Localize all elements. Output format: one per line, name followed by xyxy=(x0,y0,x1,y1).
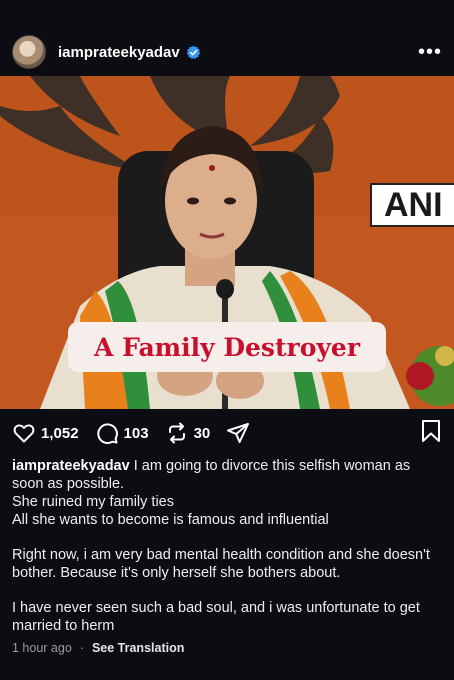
avatar[interactable] xyxy=(12,35,46,69)
comment-icon xyxy=(96,423,118,445)
repost-icon xyxy=(168,422,185,444)
timestamp: 1 hour ago xyxy=(12,641,72,655)
separator: · xyxy=(79,641,84,655)
share-button[interactable] xyxy=(226,421,250,445)
like-count: 1,052 xyxy=(41,424,79,442)
repost-button[interactable]: 30 xyxy=(165,421,211,445)
post-caption: iamprateekyadav I am going to divorce th… xyxy=(0,457,454,635)
post-header: iamprateekyadav ••• xyxy=(0,28,454,76)
comment-button[interactable]: 103 xyxy=(95,421,149,445)
ani-logo-text: ANI xyxy=(384,185,443,224)
see-translation-link[interactable]: See Translation xyxy=(92,641,184,655)
caption-paragraph-3: I have never seen such a bad soul, and i… xyxy=(12,600,420,634)
verified-badge-icon xyxy=(186,45,201,60)
comment-count: 103 xyxy=(123,424,149,442)
media-caption-text: A Family Destroyer xyxy=(93,332,360,362)
caption-gap xyxy=(12,529,442,546)
caption-gap xyxy=(12,582,442,599)
ani-logo: ANI xyxy=(370,183,454,227)
post-footer: 1 hour ago · See Translation xyxy=(0,635,454,655)
bookmark-icon xyxy=(422,419,440,442)
action-bar: 1,052 103 30 xyxy=(0,409,454,457)
status-strip xyxy=(0,0,454,28)
caption-line-2: She ruined my family ties xyxy=(12,494,174,510)
caption-username[interactable]: iamprateekyadav xyxy=(12,458,130,474)
save-button[interactable] xyxy=(420,419,442,448)
username[interactable]: iamprateekyadav xyxy=(58,44,180,61)
share-icon xyxy=(227,423,250,443)
heart-icon xyxy=(13,424,35,443)
media-caption-box: A Family Destroyer xyxy=(68,322,386,372)
caption-line-3: All she wants to become is famous and in… xyxy=(12,512,329,528)
repost-count: 30 xyxy=(193,424,211,442)
caption-paragraph-2: Right now, i am very bad mental health c… xyxy=(12,547,430,581)
post-media[interactable]: ANI A Family Destroyer xyxy=(0,76,454,409)
more-horizontal-icon[interactable]: ••• xyxy=(418,42,442,62)
like-button[interactable]: 1,052 xyxy=(12,421,79,445)
